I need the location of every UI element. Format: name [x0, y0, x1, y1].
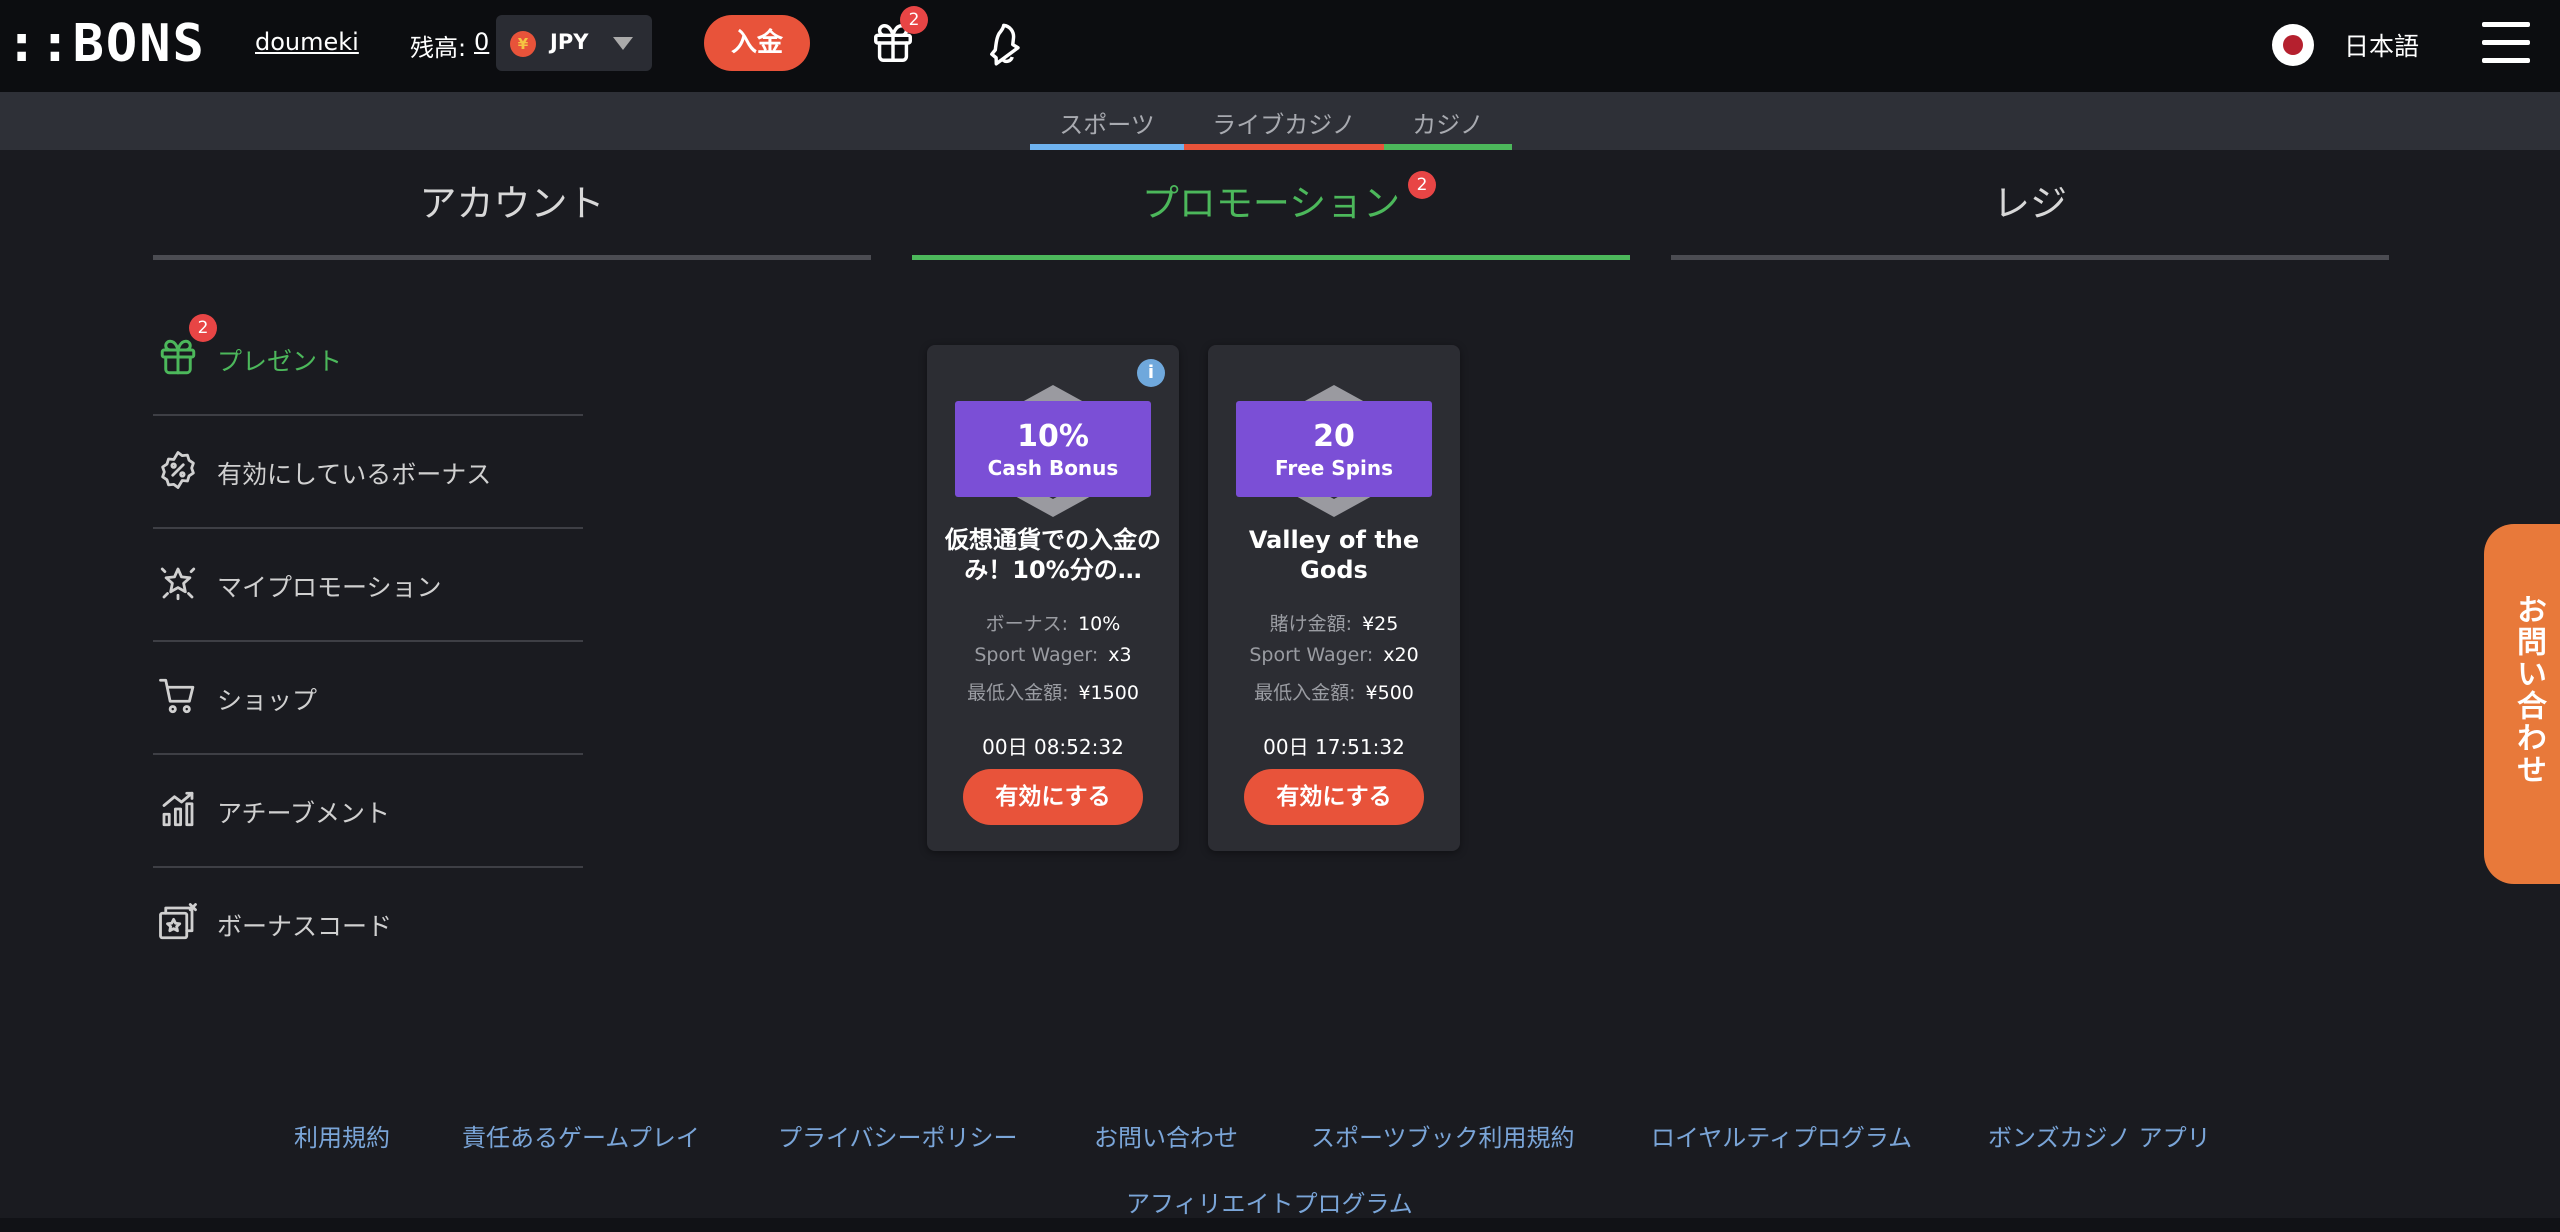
- detail-key: 賭け金額:: [1269, 613, 1353, 635]
- category-bar: スポーツ ライブカジノ カジノ: [0, 92, 2560, 150]
- sidebar-item-achievement[interactable]: アチーブメント: [153, 754, 583, 868]
- hamburger-menu-icon[interactable]: [2482, 22, 2530, 64]
- currency-code: JPY: [550, 30, 589, 54]
- growth-chart-icon: [162, 791, 194, 827]
- currency-selector[interactable]: ¥ JPY: [496, 15, 652, 71]
- footer-link-affiliate[interactable]: アフィリエイトプログラム: [1126, 1184, 1413, 1219]
- category-label: ライブカジノ: [1212, 111, 1356, 139]
- countdown-timer: 00日 17:51:32: [1263, 735, 1405, 759]
- tab-underline: [912, 255, 1630, 260]
- tab-underline: [1671, 255, 2389, 260]
- tab-label: プロモーション: [1141, 182, 1401, 225]
- sidebar-item-label: プレゼント: [217, 347, 343, 376]
- info-icon[interactable]: i: [1137, 359, 1165, 387]
- shopping-cart-icon: [159, 678, 195, 714]
- present-count-badge: 2: [189, 314, 217, 342]
- promo-card: i 10% Cash Bonus 仮想通貨での入金のみ！10%分の… ボーナス:…: [927, 345, 1179, 851]
- japan-flag-icon[interactable]: [2272, 24, 2314, 66]
- promo-detail-row: 最低入金額: ¥1500: [927, 678, 1179, 705]
- category-underline: [1030, 144, 1184, 150]
- detail-value: 10%: [1078, 613, 1121, 635]
- tab-promotion[interactable]: プロモーション: [912, 172, 1630, 260]
- gift-count-badge: 2: [900, 6, 928, 34]
- footer-link-sportsbook-terms[interactable]: スポーツブック利用規約: [1311, 1118, 1575, 1153]
- balance-label: 残高:: [410, 34, 467, 62]
- category-label: スポーツ: [1059, 111, 1155, 139]
- promo-detail-row: ボーナス: 10%: [927, 609, 1179, 636]
- coupon-code-icon: [159, 903, 197, 940]
- tab-label: レジ: [1993, 182, 2067, 225]
- sidebar-item-label: 有効にしているボーナス: [217, 460, 492, 489]
- promo-card: 20 Free Spins Valley of the Gods 賭け金額: ¥2…: [1208, 345, 1460, 851]
- detail-key: Sport Wager:: [974, 644, 1099, 666]
- caret-down-icon: [613, 37, 633, 50]
- detail-value: ¥25: [1362, 613, 1399, 635]
- countdown-timer: 00日 08:52:32: [982, 735, 1124, 759]
- bonus-type: Free Spins: [1274, 456, 1394, 480]
- bonus-amount: 10%: [1017, 419, 1089, 454]
- detail-key: 最低入金額:: [1254, 682, 1356, 704]
- category-underline: [1384, 144, 1512, 150]
- deposit-button[interactable]: 入金: [704, 15, 810, 71]
- detail-key: Sport Wager:: [1249, 644, 1374, 666]
- bell-icon[interactable]: [980, 20, 1026, 66]
- footer-link-loyalty[interactable]: ロイヤルティプログラム: [1651, 1118, 1912, 1153]
- category-tab-live-casino[interactable]: ライブカジノ: [1184, 92, 1384, 150]
- tab-account[interactable]: アカウント: [153, 172, 871, 260]
- bonus-banner: 20 Free Spins: [1236, 401, 1432, 497]
- sidebar-item-shop[interactable]: ショップ: [153, 641, 583, 755]
- category-tab-casino[interactable]: カジノ: [1384, 92, 1512, 150]
- promotion-count-badge: 2: [1408, 171, 1436, 199]
- language-selector[interactable]: 日本語: [2344, 27, 2419, 63]
- bons-logo[interactable]: ::BONS: [6, 14, 206, 74]
- sidebar-item-label: マイプロモーション: [217, 573, 442, 602]
- bonus-type: Cash Bonus: [987, 456, 1119, 480]
- contact-us-tab[interactable]: お問い合わせ: [2484, 524, 2560, 884]
- bonus-banner: 10% Cash Bonus: [955, 401, 1151, 497]
- footer-link-terms[interactable]: 利用規約: [294, 1118, 390, 1153]
- username-link[interactable]: doumeki: [255, 28, 359, 56]
- sidebar-item-label: ボーナスコード: [217, 912, 393, 941]
- detail-key: 最低入金額:: [967, 682, 1069, 704]
- bonus-badge-icon: [161, 451, 195, 489]
- sidebar-item-present[interactable]: プレゼント: [153, 302, 583, 416]
- promo-detail-row: Sport Wager: x3: [927, 644, 1179, 666]
- category-label: カジノ: [1412, 111, 1484, 139]
- sidebar-item-my-promotion[interactable]: マイプロモーション: [153, 528, 583, 642]
- category-tab-sports[interactable]: スポーツ: [1030, 92, 1184, 150]
- yen-coin-icon: ¥: [510, 31, 536, 57]
- sparkle-star-icon: [160, 567, 196, 601]
- sidebar-item-label: ショップ: [217, 686, 318, 715]
- contact-us-label: お問い合わせ: [2511, 594, 2546, 786]
- promo-detail-row: 最低入金額: ¥500: [1208, 678, 1460, 705]
- sidebar-item-active-bonus[interactable]: 有効にしているボーナス: [153, 415, 583, 529]
- promo-title: Valley of the Gods: [1248, 526, 1420, 584]
- sidebar-item-bonus-code[interactable]: ボーナスコード: [153, 867, 583, 979]
- sidebar-item-label: アチーブメント: [217, 799, 391, 828]
- promo-detail-row: Sport Wager: x20: [1208, 644, 1460, 666]
- footer-link-privacy[interactable]: プライバシーポリシー: [778, 1118, 1018, 1153]
- promo-title: 仮想通貨での入金のみ！10%分の…: [945, 526, 1161, 584]
- category-underline: [1184, 144, 1384, 150]
- detail-value: ¥1500: [1078, 682, 1139, 704]
- tab-cashier[interactable]: レジ: [1671, 172, 2389, 260]
- footer-link-responsible-gaming[interactable]: 責任あるゲームプレイ: [462, 1118, 700, 1153]
- detail-value: x3: [1108, 644, 1132, 666]
- footer-link-app[interactable]: ボンズカジノ アプリ: [1988, 1118, 2211, 1153]
- detail-value: x20: [1383, 644, 1419, 666]
- tab-underline: [153, 255, 871, 260]
- activate-button[interactable]: 有効にする: [1244, 769, 1424, 825]
- balance-value[interactable]: 0: [474, 28, 489, 56]
- footer-link-contact[interactable]: お問い合わせ: [1094, 1118, 1238, 1153]
- gift-icon: [160, 339, 196, 375]
- detail-value: ¥500: [1365, 682, 1414, 704]
- tab-label: アカウント: [419, 182, 605, 225]
- promo-detail-row: 賭け金額: ¥25: [1208, 609, 1460, 636]
- top-bar: ::BONS doumeki 残高: 0 ¥ JPY 入金 2 日本語: [0, 0, 2560, 92]
- footer-bottom-strip: [0, 1218, 2560, 1232]
- bonus-amount: 20: [1313, 419, 1355, 454]
- activate-button[interactable]: 有効にする: [963, 769, 1143, 825]
- detail-key: ボーナス:: [985, 613, 1069, 635]
